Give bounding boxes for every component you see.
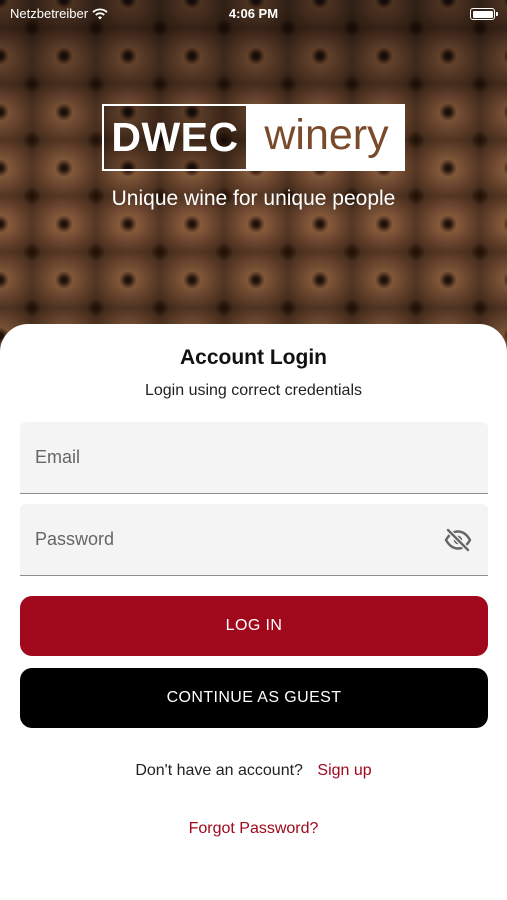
login-card: Account Login Login using correct creden… <box>0 324 507 900</box>
battery-fill <box>472 10 493 18</box>
page-subtitle: Login using correct credentials <box>144 382 362 399</box>
eye-off-icon[interactable] <box>444 528 472 552</box>
brand-tagline: Unique wine for unique people <box>111 187 396 210</box>
forgot-password-link[interactable]: Forgot Password? <box>0 820 507 838</box>
brand-logo: DWEC winery <box>102 104 405 171</box>
password-field[interactable] <box>20 504 488 576</box>
battery-icon <box>470 8 498 20</box>
status-time: 4:06 PM <box>228 6 279 21</box>
signup-row: Don't have an account? Sign up <box>0 762 507 780</box>
login-screen: Netzbetreiber 4:06 PM DWEC winery Unique… <box>0 0 507 900</box>
page-title: Account Login <box>180 346 327 369</box>
password-input[interactable] <box>20 504 488 575</box>
login-button[interactable]: LOG IN <box>20 596 488 656</box>
email-field[interactable] <box>20 422 488 494</box>
no-account-text: Don't have an account? <box>135 762 303 779</box>
status-bar: Netzbetreiber 4:06 PM <box>0 0 507 28</box>
continue-as-guest-button[interactable]: CONTINUE AS GUEST <box>20 668 488 728</box>
email-input[interactable] <box>20 422 488 493</box>
signup-link[interactable]: Sign up <box>317 762 371 779</box>
logo-dwec: DWEC <box>102 104 248 171</box>
logo-winery: winery <box>248 104 405 171</box>
